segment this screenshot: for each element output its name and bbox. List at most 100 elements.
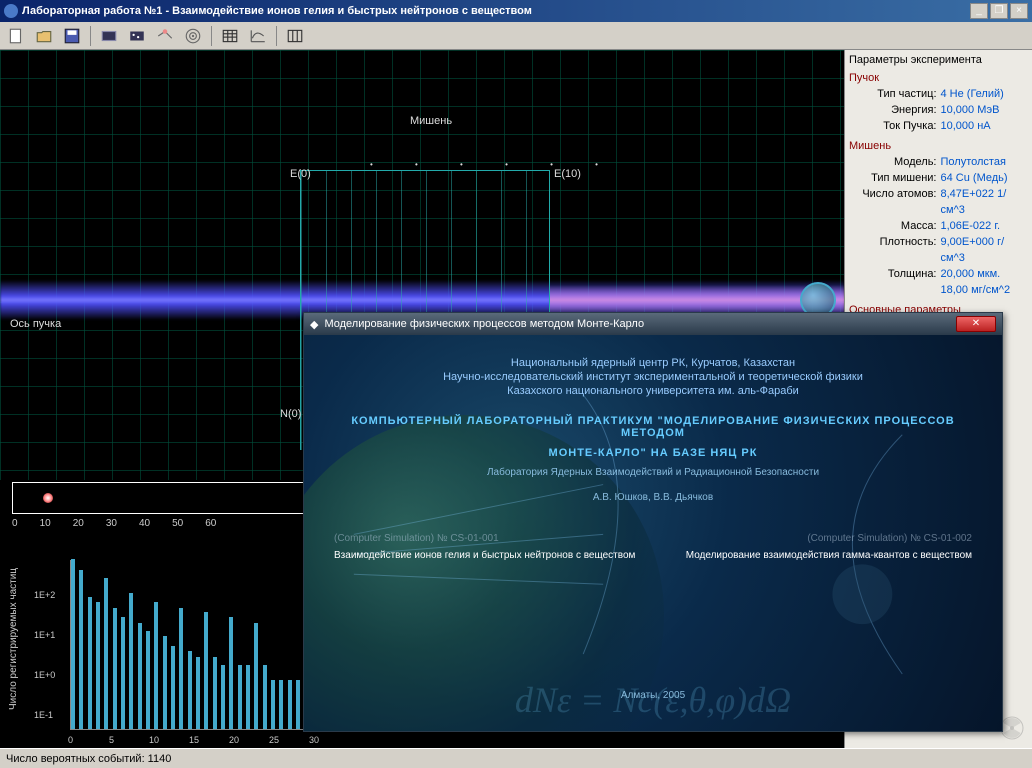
chart-bar bbox=[129, 593, 133, 729]
param-row: Энергия:10,000 МэВ bbox=[849, 102, 1028, 118]
target-button[interactable] bbox=[181, 24, 205, 48]
chart-bar bbox=[146, 631, 150, 729]
splash-titlebar: ◆ Моделирование физических процессов мет… bbox=[304, 313, 1002, 335]
chart-bar bbox=[79, 570, 83, 729]
authors: А.В. Юшков, В.В. Дьячков bbox=[334, 492, 972, 503]
param-value: 10,000 МэВ bbox=[941, 102, 1029, 118]
chart-ylabel: Число регистрируемых частиц bbox=[8, 568, 19, 710]
splash-close-button[interactable]: ✕ bbox=[956, 316, 996, 332]
param-label: Число атомов: bbox=[849, 186, 941, 218]
param-label: Масса: bbox=[849, 218, 941, 234]
chart-bar bbox=[196, 657, 200, 729]
splash-main-title-2: МОНТЕ-КАРЛО" НА БАЗЕ НЯЦ РК bbox=[334, 447, 972, 459]
module-desc-2: Моделирование взаимодействия гамма-квант… bbox=[666, 550, 972, 561]
chart-bar bbox=[154, 602, 158, 729]
chart-bar bbox=[221, 665, 225, 729]
param-row: Толщина:20,000 мкм. bbox=[849, 266, 1028, 282]
param-label: Толщина: bbox=[849, 266, 941, 282]
panel-header: Параметры эксперимента bbox=[849, 54, 1028, 66]
chart-bar bbox=[204, 612, 208, 729]
close-button[interactable]: × bbox=[1010, 3, 1028, 19]
module-desc-1: Взаимодействие ионов гелия и быстрых ней… bbox=[334, 550, 640, 561]
chart-bar bbox=[188, 651, 192, 729]
chart-bar bbox=[246, 665, 250, 729]
grid2-button[interactable] bbox=[125, 24, 149, 48]
org-line-1: Национальный ядерный центр РК, Курчатов,… bbox=[334, 357, 972, 369]
param-row: Масса:1,06E-022 г. bbox=[849, 218, 1028, 234]
beam-axis-label: Ось пучка bbox=[10, 318, 61, 330]
org-line-2: Научно-исследовательский институт экспер… bbox=[334, 371, 972, 383]
org-line-3: Казахского национального университета им… bbox=[334, 385, 972, 397]
param-value: 20,000 мкм. bbox=[941, 266, 1029, 282]
param-row: Модель:Полутолстая bbox=[849, 154, 1028, 170]
param-value: 64 Cu (Медь) bbox=[941, 170, 1029, 186]
spectrum-chart: Число регистрируемых частиц 1E-1 1E+0 1E… bbox=[20, 560, 320, 748]
particle-dot-icon bbox=[43, 493, 53, 503]
mini-histogram bbox=[12, 482, 312, 514]
city-year: Алматы, 2005 bbox=[304, 690, 1002, 701]
target-section: Мишень bbox=[849, 140, 1028, 152]
chart-bar bbox=[96, 602, 100, 729]
param-value: 8,47E+022 1/см^3 bbox=[941, 186, 1029, 218]
data-button[interactable] bbox=[283, 24, 307, 48]
chart-button[interactable] bbox=[246, 24, 270, 48]
param-value: 10,000 нА bbox=[941, 118, 1029, 134]
chart-bar bbox=[104, 578, 108, 729]
new-button[interactable] bbox=[4, 24, 28, 48]
n0-label: N(0) bbox=[280, 408, 301, 420]
chart-bar bbox=[179, 608, 183, 729]
cs-number-1: (Computer Simulation) № CS-01-001 bbox=[334, 533, 640, 544]
window-titlebar: Лабораторная работа №1 - Взаимодействие … bbox=[0, 0, 1032, 22]
param-value: 1,06E-022 г. bbox=[941, 218, 1029, 234]
table-button[interactable] bbox=[218, 24, 242, 48]
chart-bar bbox=[279, 680, 283, 729]
status-bar: Число вероятных событий: 1140 bbox=[0, 748, 1032, 768]
toolbar bbox=[0, 22, 1032, 50]
particle-button[interactable] bbox=[153, 24, 177, 48]
minimize-button[interactable]: _ bbox=[970, 3, 988, 19]
param-value: 9,00E+000 г/см^3 bbox=[941, 234, 1029, 266]
param-label bbox=[849, 282, 941, 298]
chart-bar bbox=[288, 680, 292, 729]
splash-title-text: Моделирование физических процессов метод… bbox=[324, 318, 956, 330]
param-value: 4 He (Гелий) bbox=[941, 86, 1029, 102]
grid1-button[interactable] bbox=[97, 24, 121, 48]
param-value: 18,00 мг/см^2 bbox=[941, 282, 1029, 298]
e0-label: E(0) bbox=[290, 168, 311, 180]
status-text: Число вероятных событий: 1140 bbox=[6, 753, 171, 765]
splash-dialog: ◆ Моделирование физических процессов мет… bbox=[303, 312, 1003, 732]
chart-bar bbox=[121, 617, 125, 729]
param-label: Плотность: bbox=[849, 234, 941, 266]
chart-bar bbox=[229, 617, 233, 729]
maximize-button[interactable]: ❐ bbox=[990, 3, 1008, 19]
param-row: Плотность:9,00E+000 г/см^3 bbox=[849, 234, 1028, 266]
chart-bar bbox=[171, 646, 175, 729]
chart-bar bbox=[238, 665, 242, 729]
param-value: Полутолстая bbox=[941, 154, 1029, 170]
param-label: Энергия: bbox=[849, 102, 941, 118]
param-row: Число атомов:8,47E+022 1/см^3 bbox=[849, 186, 1028, 218]
chart-bar bbox=[138, 623, 142, 729]
chart-bar bbox=[71, 559, 75, 729]
save-button[interactable] bbox=[60, 24, 84, 48]
e10-label: E(10) bbox=[554, 168, 581, 180]
window-title: Лабораторная работа №1 - Взаимодействие … bbox=[22, 5, 968, 17]
chart-bar bbox=[271, 680, 275, 729]
param-row: 18,00 мг/см^2 bbox=[849, 282, 1028, 298]
param-row: Тип частиц:4 He (Гелий) bbox=[849, 86, 1028, 102]
chart-bar bbox=[113, 608, 117, 729]
chart-bar bbox=[254, 623, 258, 729]
open-button[interactable] bbox=[32, 24, 56, 48]
beam-section: Пучок bbox=[849, 72, 1028, 84]
splash-main-title-1: КОМПЬЮТЕРНЫЙ ЛАБОРАТОРНЫЙ ПРАКТИКУМ "МОД… bbox=[334, 415, 972, 439]
chart-bar bbox=[213, 657, 217, 729]
param-label: Модель: bbox=[849, 154, 941, 170]
mini-axis: 0102030405060 bbox=[12, 518, 216, 529]
chart-bar bbox=[88, 597, 92, 729]
param-row: Ток Пучка:10,000 нА bbox=[849, 118, 1028, 134]
radiation-icon bbox=[1000, 716, 1024, 740]
param-label: Тип частиц: bbox=[849, 86, 941, 102]
chart-bar bbox=[296, 680, 300, 729]
param-label: Тип мишени: bbox=[849, 170, 941, 186]
lab-name: Лаборатория Ядерных Взаимодействий и Рад… bbox=[334, 467, 972, 478]
